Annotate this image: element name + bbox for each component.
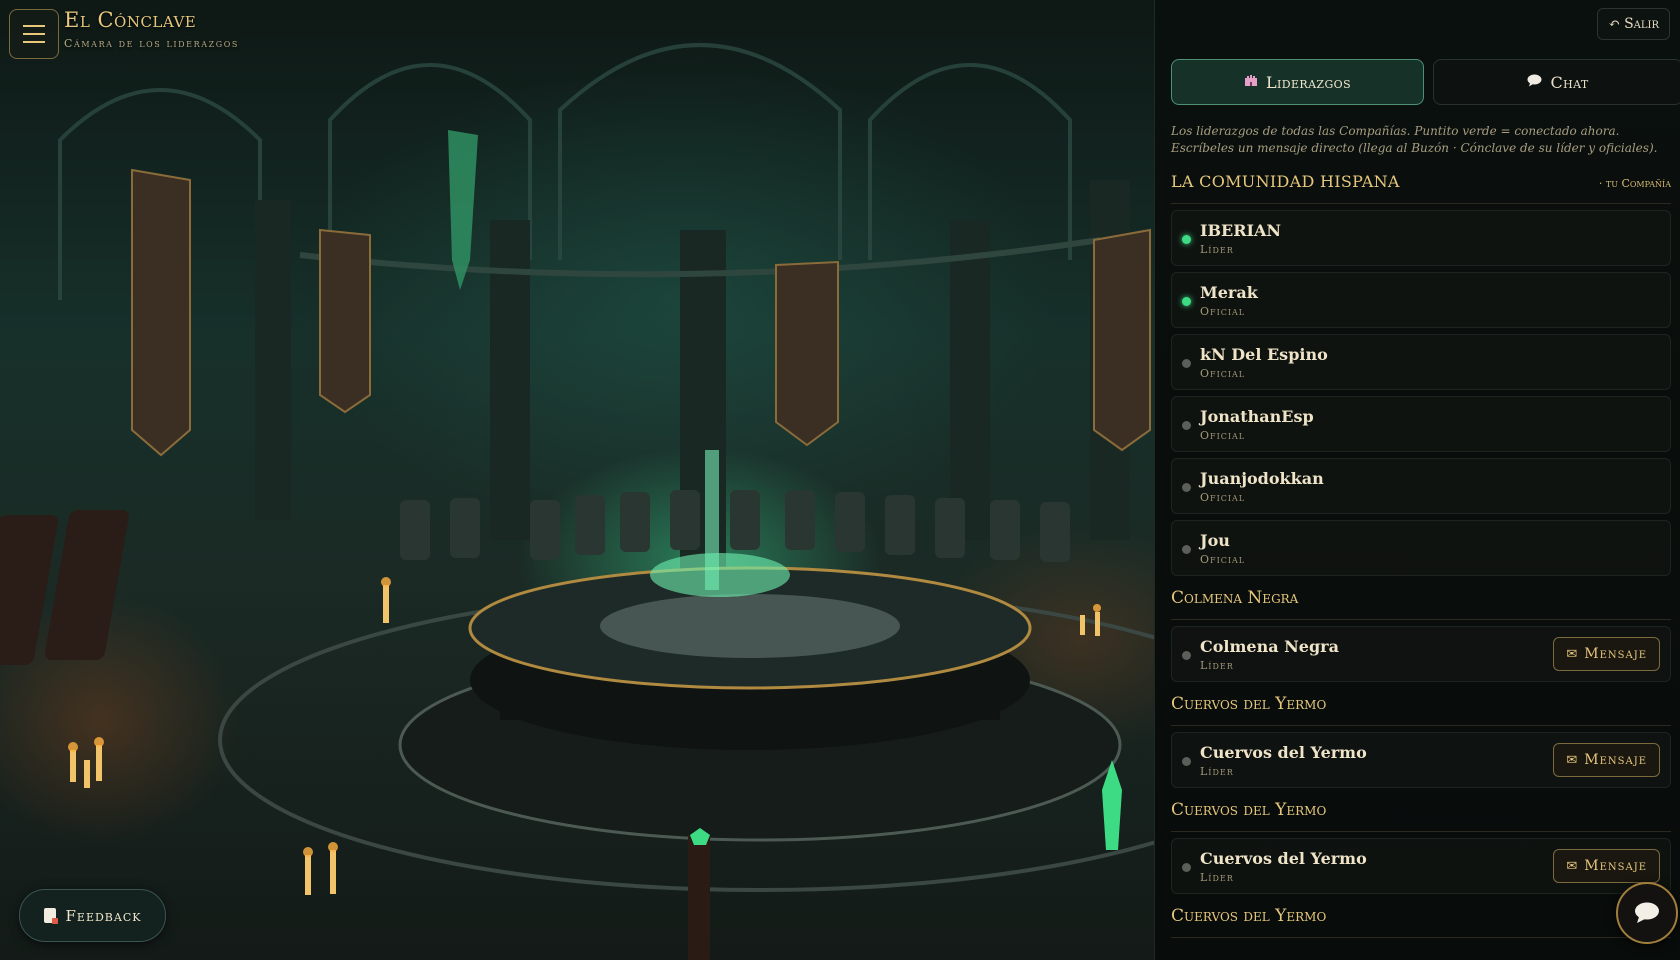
group-header: LA COMUNIDAD HISPANA · tu Compañía: [1171, 166, 1671, 204]
group-title: LA COMUNIDAD HISPANA: [1171, 172, 1400, 191]
member-role: Líder: [1200, 659, 1234, 672]
leadership-panel: ↶ Salir Liderazgos Chat Los liderazgos d…: [1154, 0, 1680, 960]
member-name: Cuervos del Yermo: [1200, 849, 1367, 868]
group-header: Cuervos del Yermo: [1171, 900, 1671, 938]
offline-status-dot: [1182, 545, 1191, 554]
feedback-icon: [43, 908, 58, 924]
message-label: Mensaje: [1584, 752, 1647, 768]
group-header: Colmena Negra: [1171, 582, 1671, 620]
envelope-icon: ✉: [1566, 646, 1579, 662]
panel-tabs: Liderazgos Chat: [1171, 59, 1680, 105]
member-name: IBERIAN: [1200, 221, 1282, 240]
exit-label: Salir: [1624, 16, 1659, 32]
offline-status-dot: [1182, 483, 1191, 492]
speech-bubble-icon: [1527, 74, 1542, 91]
member-row: Juanjodokkan Oficial: [1171, 458, 1671, 514]
member-row: Jou Oficial: [1171, 520, 1671, 576]
member-role: Oficial: [1200, 429, 1246, 442]
tab-label: Chat: [1550, 72, 1589, 92]
group-header: Cuervos del Yermo: [1171, 688, 1671, 726]
message-button[interactable]: ✉ Mensaje: [1553, 743, 1660, 777]
offline-status-dot: [1182, 359, 1191, 368]
member-role: Oficial: [1200, 305, 1246, 318]
member-row: Colmena Negra Líder ✉ Mensaje: [1171, 626, 1671, 682]
member-role: Oficial: [1200, 491, 1246, 504]
message-button[interactable]: ✉ Mensaje: [1553, 637, 1660, 671]
tab-liderazgos[interactable]: Liderazgos: [1171, 59, 1424, 105]
member-row: Cuervos del Yermo Líder ✉ Mensaje: [1171, 732, 1671, 788]
scene-art: [0, 43, 1155, 960]
undo-arrow-icon: ↶: [1608, 16, 1621, 32]
message-label: Mensaje: [1584, 646, 1647, 662]
group-title: Cuervos del Yermo: [1171, 694, 1327, 714]
envelope-icon: ✉: [1566, 858, 1579, 874]
member-name: Jou: [1200, 531, 1230, 550]
feedback-label: Feedback: [65, 906, 142, 925]
feedback-button[interactable]: Feedback: [19, 889, 166, 942]
envelope-icon: ✉: [1566, 752, 1579, 768]
online-status-dot: [1182, 235, 1191, 244]
group-title: Cuervos del Yermo: [1171, 800, 1327, 820]
hamburger-icon: [23, 25, 45, 43]
tab-label: Liderazgos: [1265, 72, 1352, 92]
message-label: Mensaje: [1584, 858, 1647, 874]
app-title: El Cónclave: [64, 8, 197, 32]
member-row: JonathanEsp Oficial: [1171, 396, 1671, 452]
member-role: Líder: [1200, 765, 1234, 778]
offline-status-dot: [1182, 651, 1191, 660]
castle-icon: [1244, 73, 1258, 91]
member-role: Oficial: [1200, 553, 1246, 566]
member-name: kN Del Espino: [1200, 345, 1328, 364]
member-row: IBERIAN Líder: [1171, 210, 1671, 266]
member-role: Líder: [1200, 243, 1234, 256]
member-name: Colmena Negra: [1200, 637, 1339, 656]
conclave-hall-scene: [0, 0, 1155, 960]
member-name: Merak: [1200, 283, 1258, 302]
member-role: Oficial: [1200, 367, 1246, 380]
offline-status-dot: [1182, 757, 1191, 766]
member-role: Líder: [1200, 871, 1234, 884]
message-button[interactable]: ✉ Mensaje: [1553, 849, 1660, 883]
chat-bubble-icon: [1635, 902, 1659, 923]
group-header: Cuervos del Yermo: [1171, 794, 1671, 832]
leadership-list: LA COMUNIDAD HISPANA · tu Compañía IBERI…: [1171, 166, 1671, 944]
member-name: Cuervos del Yermo: [1200, 743, 1367, 762]
menu-button[interactable]: [9, 9, 59, 59]
member-name: JonathanEsp: [1200, 407, 1314, 426]
exit-button[interactable]: ↶ Salir: [1597, 8, 1670, 40]
offline-status-dot: [1182, 421, 1191, 430]
online-status-dot: [1182, 297, 1191, 306]
group-title: Colmena Negra: [1171, 588, 1299, 608]
tab-chat[interactable]: Chat: [1433, 59, 1680, 105]
chat-fab-button[interactable]: [1616, 882, 1678, 944]
info-text: Los liderazgos de todas las Compañías. P…: [1171, 124, 1658, 156]
offline-status-dot: [1182, 863, 1191, 872]
member-row: kN Del Espino Oficial: [1171, 334, 1671, 390]
own-company-tag: · tu Compañía: [1598, 177, 1671, 190]
member-row: Cuervos del Yermo Líder ✉ Mensaje: [1171, 838, 1671, 894]
app-subtitle: Cámara de los liderazgos: [64, 37, 239, 50]
member-name: Juanjodokkan: [1200, 469, 1324, 488]
member-row: Merak Oficial: [1171, 272, 1671, 328]
group-title: Cuervos del Yermo: [1171, 906, 1327, 926]
